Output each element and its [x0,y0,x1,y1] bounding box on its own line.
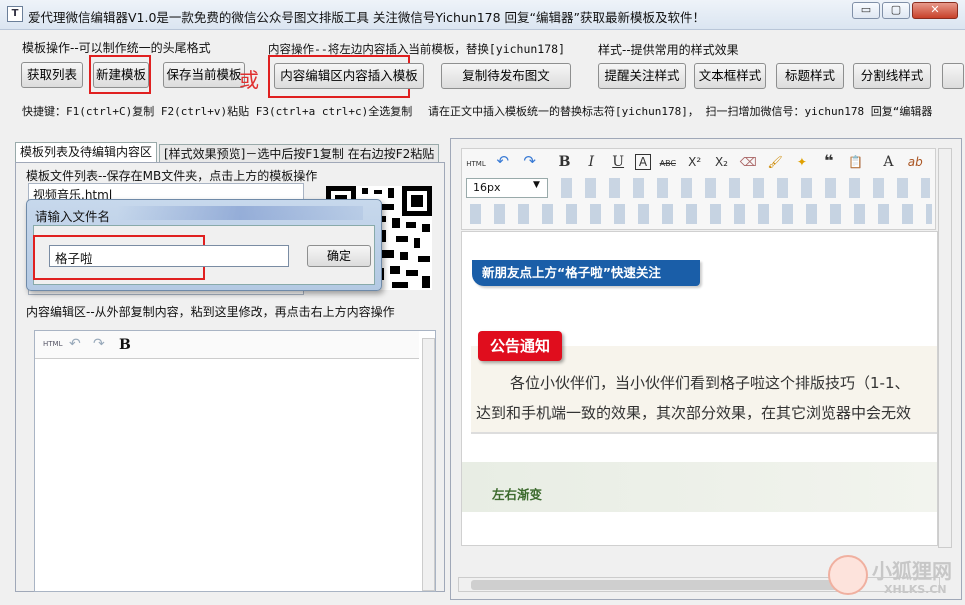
format-brush-icon[interactable]: 🖌 [765,152,785,172]
dialog-title-blur [117,206,363,220]
follow-badge: 新朋友点上方“格子啦”快速关注 [472,260,700,286]
watermark-cn: 小狐狸网 [872,559,952,583]
dialog-ok-button[interactable]: 确定 [307,245,371,267]
quote-icon[interactable]: ❝ [819,151,839,171]
filename-input[interactable]: 格子啦 [49,245,289,267]
editor-scrollbar[interactable] [422,338,435,591]
content-editor[interactable] [34,330,436,592]
redo-icon[interactable]: ↷ [93,336,105,352]
html-source-icon[interactable]: HTML [466,154,486,174]
toolbar-row-1: HTML ↶ ↷ B I U A ABC X² X₂ ⌫ 🖌 ✦ ❝ 📋 A a… [466,151,928,174]
rich-toolbar: HTML ↶ ↷ B I U A ABC X² X₂ ⌫ 🖌 ✦ ❝ 📋 A a… [461,148,936,230]
insert-tools[interactable] [466,204,932,224]
paragraph-tools[interactable] [558,178,930,198]
tab-template-list[interactable]: 模板列表及待编辑内容区 [15,142,158,162]
divider-style-button[interactable]: 分割线样式 [853,63,931,89]
toolbar-scrollbar[interactable] [938,148,952,548]
minimize-button[interactable]: ▭ [852,2,880,19]
notice-line-1: 各位小伙伴们，当小伙伴们看到格子啦这个排版技巧（1-1、 [510,374,910,392]
undo-icon[interactable]: ↶ [69,336,81,352]
window-title: 爱代理微信编辑器V1.0是一款免费的微信公众号图文排版工具 关注微信号Yichu… [28,10,705,25]
insert-content-button[interactable]: 内容编辑区内容插入模板 [274,63,424,89]
maximize-button[interactable]: ▢ [882,2,910,19]
style-ops-label: 样式--提供常用的样式效果 [598,43,739,57]
save-template-button[interactable]: 保存当前模板 [163,62,245,88]
notice-badge: 公告通知 [478,331,562,361]
or-annotation: 或 [239,68,259,92]
app-icon: T [7,6,23,22]
highlight-color-icon[interactable]: ab [905,152,925,172]
chevron-down-icon: ▼ [533,180,540,190]
redo-icon[interactable]: ↷ [520,151,540,171]
font-color-icon[interactable]: A [878,152,898,172]
copy-publish-button[interactable]: 复制待发布图文 [441,63,571,89]
magic-wand-icon[interactable]: ✦ [792,152,812,172]
dialog-title: 请输入文件名 [35,209,111,224]
bold-icon[interactable]: B [119,337,131,353]
get-list-button[interactable]: 获取列表 [21,62,83,88]
eraser-icon[interactable]: ⌫ [738,152,758,172]
undo-icon[interactable]: ↶ [493,151,513,171]
strikethrough-icon[interactable]: ABC [658,154,678,174]
preview-area[interactable]: 新朋友点上方“格子啦”快速关注 公告通知 各位小伙伴们，当小伙伴们看到格子啦这个… [461,231,938,546]
subscript-icon[interactable]: X₂ [711,152,731,172]
title-style-button[interactable]: 标题样式 [776,63,844,89]
horizontal-scrollbar[interactable] [458,577,940,592]
file-list-label: 模板文件列表--保存在MB文件夹，点击上方的模板操作 [26,169,318,183]
fox-logo-icon [828,555,868,595]
template-ops-label: 模板操作--可以制作统一的头尾格式 [22,41,211,55]
insert-hint: 请在正文中插入模板统一的替换标志符[yichun178]， 扫一扫增加微信号：y… [428,105,933,118]
more-style-button[interactable] [942,63,964,89]
title-bar: T 爱代理微信编辑器V1.0是一款免费的微信公众号图文排版工具 关注微信号Yic… [0,0,965,30]
mini-toolbar: HTML ↶ ↷ B [35,331,419,359]
tab-style-preview[interactable]: [样式效果预览]－选中后按F1复制 在右边按F2粘贴 [159,144,440,164]
new-template-button[interactable]: 新建模板 [93,62,149,88]
superscript-icon[interactable]: X² [685,152,705,172]
underline-icon[interactable]: U [608,152,628,172]
close-button[interactable]: ✕ [912,2,958,19]
bold-icon[interactable]: B [554,152,574,172]
editor-area-label: 内容编辑区--从外部复制内容，粘到这里修改，再点击右上方内容操作 [26,305,395,319]
watermark-en: XHLKS.CN [884,583,947,596]
notice-line-2: 达到和手机端一致的效果，其次部分效果，在其它浏览器中会无效 [476,404,912,422]
filename-dialog: 请输入文件名 格子啦 确定 [26,199,382,291]
font-border-icon[interactable]: A [634,154,651,170]
gradient-section-label: 左右渐变 [492,487,543,502]
shortcut-hint: 快捷键：F1(ctrl+C)复制 F2(ctrl+v)粘贴 F3(ctrl+a … [22,105,413,118]
textbox-style-button[interactable]: 文本框样式 [694,63,766,89]
html-icon[interactable]: HTML [43,340,62,348]
paste-icon[interactable]: 📋 [846,152,866,172]
scrollbar-thumb[interactable] [471,580,839,590]
italic-icon[interactable]: I [581,152,601,172]
remind-style-button[interactable]: 提醒关注样式 [598,63,686,89]
